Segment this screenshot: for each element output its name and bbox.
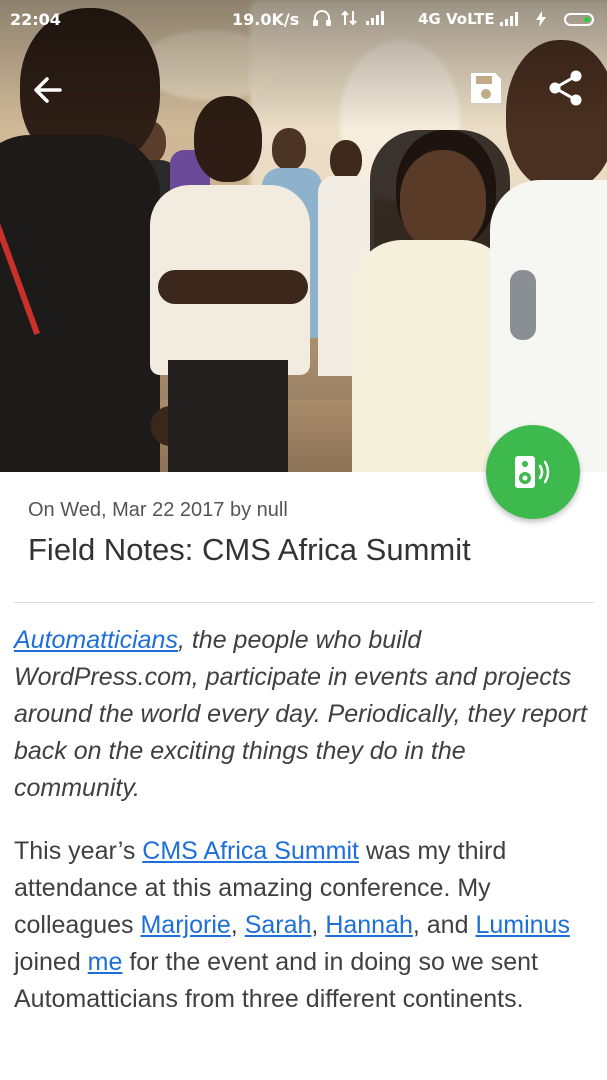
- separator: ,: [230, 911, 245, 939]
- battery-icon: [564, 13, 594, 26]
- charging-icon: [536, 11, 546, 27]
- separator: ,: [311, 911, 326, 939]
- floppy-disk-icon: [471, 73, 501, 103]
- status-icons: [312, 9, 384, 27]
- status-bar: 22:04 19.0K/s 4G VoLTE: [0, 0, 607, 40]
- hannah-link[interactable]: Hannah: [325, 911, 413, 939]
- status-time: 22:04: [10, 10, 61, 29]
- body-paragraph: This year’s CMS Africa Summit was my thi…: [14, 833, 596, 1018]
- back-button[interactable]: [28, 70, 68, 110]
- header-image: [0, 0, 607, 472]
- article-meta: On Wed, Mar 22 2017 by null: [28, 499, 288, 521]
- share-button[interactable]: [546, 68, 586, 108]
- sarah-link[interactable]: Sarah: [245, 911, 312, 939]
- share-icon: [549, 70, 582, 106]
- divider: [14, 602, 594, 603]
- body-text-1: This year’s: [14, 837, 143, 865]
- speaker-icon: [515, 456, 550, 488]
- listen-fab-button[interactable]: [486, 425, 580, 519]
- data-transfer-icon: [341, 10, 357, 26]
- me-link[interactable]: me: [88, 948, 123, 976]
- automatticians-link[interactable]: Automatticians: [14, 626, 178, 654]
- signal-icon: [366, 11, 384, 25]
- save-button[interactable]: [468, 70, 504, 106]
- body-text-3: , and: [412, 911, 476, 939]
- headphones-icon: [313, 10, 331, 26]
- network-speed: 19.0K/s: [232, 10, 300, 29]
- body-text-4: joined: [14, 948, 88, 976]
- intro-paragraph: Automatticians, the people who build Wor…: [14, 622, 596, 807]
- signal-icon-2: [500, 12, 518, 26]
- luminus-link[interactable]: Luminus: [475, 911, 570, 939]
- cms-africa-summit-link[interactable]: CMS Africa Summit: [142, 837, 359, 865]
- arrow-left-icon: [34, 77, 62, 103]
- article-title: Field Notes: CMS Africa Summit: [28, 532, 471, 567]
- network-type: 4G VoLTE: [418, 10, 495, 28]
- marjorie-link[interactable]: Marjorie: [140, 911, 230, 939]
